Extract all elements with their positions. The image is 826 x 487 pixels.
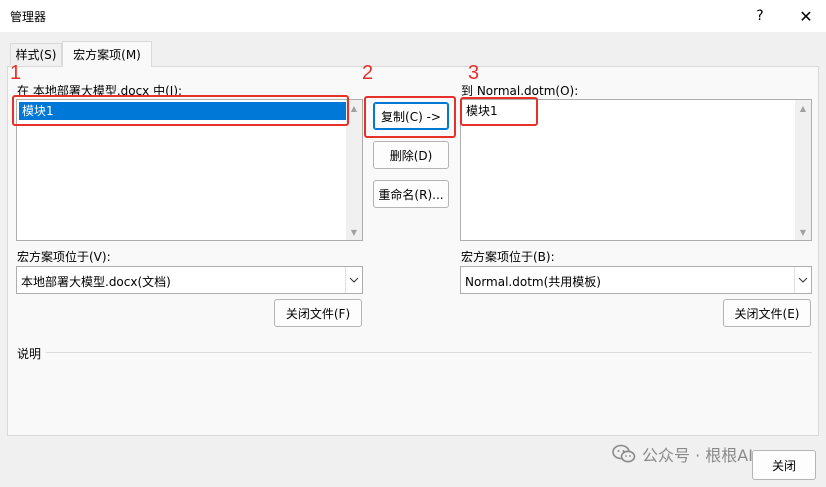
right-location-label: 宏方案项位于(B): bbox=[461, 250, 555, 264]
scroll-down-icon[interactable]: ▼ bbox=[346, 224, 362, 240]
annotation-box-2 bbox=[364, 96, 456, 138]
chevron-down-icon[interactable] bbox=[345, 267, 362, 293]
close-window-button[interactable]: ✕ bbox=[790, 0, 822, 32]
dialog-close-button[interactable]: 关闭 bbox=[752, 450, 816, 480]
scroll-up-icon[interactable]: ▲ bbox=[795, 100, 811, 116]
left-location-label: 宏方案项位于(V): bbox=[17, 250, 111, 264]
right-close-file-button[interactable]: 关闭文件(E) bbox=[723, 299, 811, 327]
annotation-number-1: 1 bbox=[10, 62, 22, 84]
annotation-number-2: 2 bbox=[362, 62, 374, 84]
help-button[interactable]: ? bbox=[744, 0, 776, 32]
scroll-down-icon[interactable]: ▼ bbox=[795, 224, 811, 240]
wechat-icon bbox=[612, 444, 636, 463]
window-title: 管理器 bbox=[10, 10, 47, 24]
left-location-select[interactable]: 本地部署大模型.docx(文档) bbox=[16, 266, 363, 294]
chevron-down-icon[interactable] bbox=[794, 267, 811, 293]
watermark-text: 公众号 · 根根AI bbox=[642, 446, 753, 465]
tab-macro-items[interactable]: 宏方案项(M) bbox=[62, 41, 152, 67]
delete-button[interactable]: 删除(D) bbox=[373, 141, 449, 169]
annotation-number-3: 3 bbox=[468, 62, 480, 84]
description-divider bbox=[46, 352, 812, 353]
right-location-select[interactable]: Normal.dotm(共用模板) bbox=[460, 266, 812, 294]
left-location-value: 本地部署大模型.docx(文档) bbox=[21, 275, 171, 289]
right-list-scrollbar[interactable]: ▲ ▼ bbox=[795, 100, 811, 240]
title-bar: 管理器 ? ✕ bbox=[0, 0, 826, 32]
annotation-box-1 bbox=[12, 95, 349, 126]
description-label: 说明 bbox=[17, 347, 42, 361]
annotation-box-3 bbox=[460, 97, 538, 126]
right-location-value: Normal.dotm(共用模板) bbox=[465, 275, 601, 289]
left-close-file-button[interactable]: 关闭文件(F) bbox=[274, 299, 362, 327]
watermark: 公众号 · 根根AI bbox=[612, 442, 753, 466]
rename-button[interactable]: 重命名(R)... bbox=[373, 180, 449, 208]
